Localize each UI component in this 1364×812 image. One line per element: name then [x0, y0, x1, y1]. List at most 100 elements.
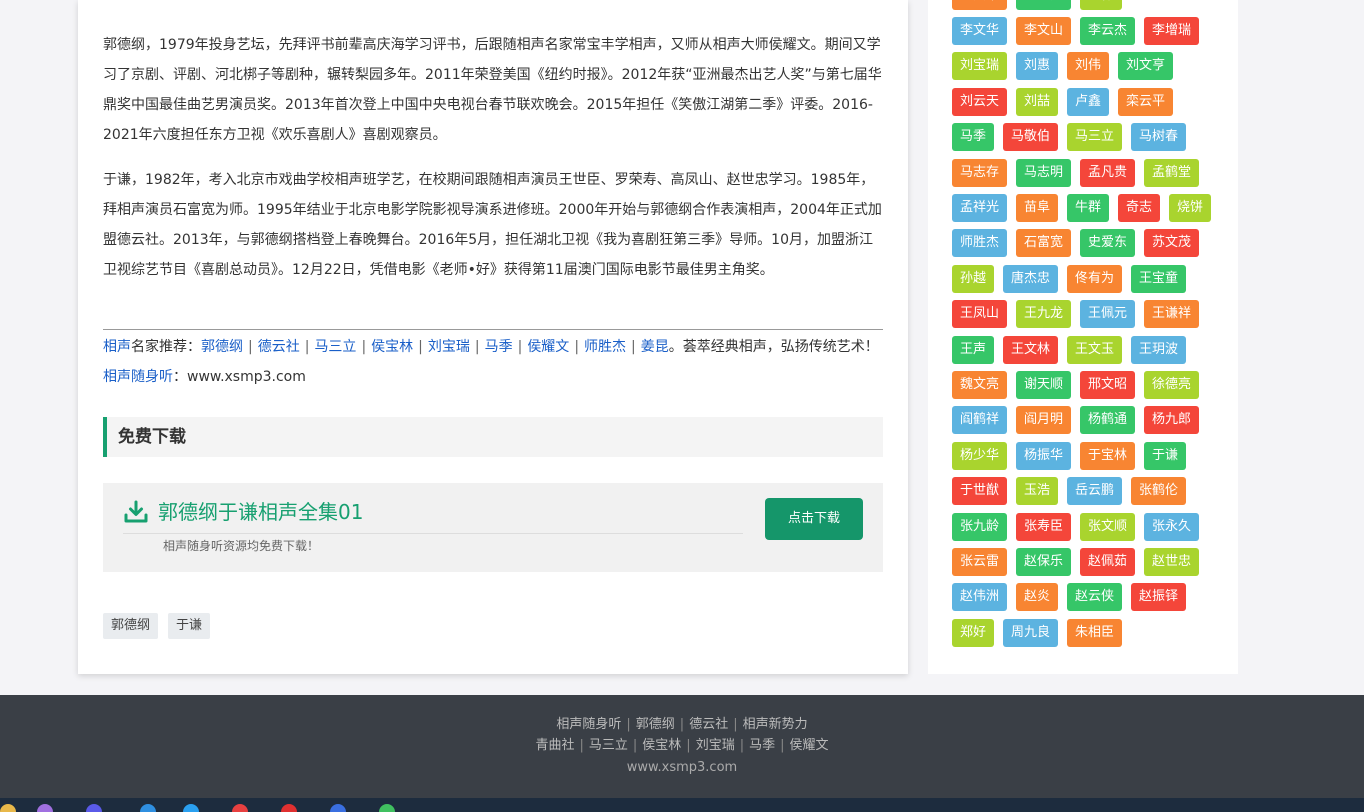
artist-tag[interactable]: 王玥波: [1131, 335, 1187, 364]
site-link[interactable]: 相声随身听: [103, 369, 173, 385]
artist-tag[interactable]: 刘伟: [1067, 52, 1110, 81]
green-app-icon[interactable]: [330, 804, 346, 812]
artist-tag[interactable]: 王佩元: [1080, 300, 1136, 329]
artist-tag[interactable]: 苗阜: [1016, 194, 1059, 222]
artist-tag[interactable]: 刘文亨: [1118, 52, 1174, 81]
footer-link[interactable]: 相声新势力: [743, 717, 808, 732]
artist-tag[interactable]: 卢鑫: [1067, 87, 1110, 116]
artist-tag[interactable]: 孟凡贵: [1080, 158, 1136, 187]
recommend-artist-link[interactable]: 德云社: [258, 339, 300, 355]
artist-tag[interactable]: 李文山: [1016, 17, 1072, 45]
recommend-artist-link[interactable]: 马季: [485, 339, 513, 355]
artist-tag[interactable]: 李伟: [1080, 0, 1123, 10]
artist-tag[interactable]: 赵佩茹: [1080, 548, 1136, 576]
artist-tag[interactable]: 王文玉: [1067, 335, 1123, 364]
artist-tag[interactable]: 张鹤伦: [1131, 477, 1187, 506]
artist-tag[interactable]: 于宝林: [1080, 441, 1136, 470]
artist-tag[interactable]: 史爱东: [1080, 229, 1136, 258]
artist-tag[interactable]: 师胜杰: [952, 229, 1008, 258]
artist-tag[interactable]: 李云杰: [1080, 17, 1136, 45]
recommend-artist-link[interactable]: 侯耀文: [527, 339, 569, 355]
artist-tag[interactable]: 孙越: [952, 264, 995, 293]
recommend-artist-link[interactable]: 郭德纲: [201, 339, 243, 355]
footer-link[interactable]: 刘宝瑞: [696, 738, 735, 753]
artist-tag[interactable]: 阎月明: [1016, 406, 1072, 435]
green-square-icon[interactable]: [379, 804, 395, 812]
artist-tag[interactable]: 刘宝瑞: [952, 52, 1008, 81]
artist-tag[interactable]: 张云雷: [952, 548, 1008, 576]
artist-tag[interactable]: 于世猷: [952, 477, 1008, 506]
red-circle-icon[interactable]: [232, 804, 248, 812]
artist-tag[interactable]: 牛群: [1067, 194, 1110, 222]
artist-tag[interactable]: 李文华: [952, 0, 1008, 10]
artist-tag[interactable]: 奇志: [1118, 194, 1161, 222]
artist-tag[interactable]: 孟祥光: [952, 194, 1008, 222]
footer-link[interactable]: 马三立: [589, 738, 628, 753]
recommend-artist-link[interactable]: 师胜杰: [584, 339, 626, 355]
footer-link[interactable]: 侯宝林: [642, 738, 681, 753]
artist-tag[interactable]: 刘喆: [1016, 87, 1059, 116]
artist-tag[interactable]: 郑好: [952, 618, 995, 647]
artist-tag[interactable]: 李文华: [952, 17, 1008, 45]
artist-tag[interactable]: 赵世忠: [1144, 548, 1200, 576]
artist-tag[interactable]: 赵振铎: [1131, 583, 1187, 612]
artist-tag[interactable]: 王声: [952, 335, 995, 364]
artist-tag[interactable]: 王九龙: [1016, 300, 1072, 329]
artist-tag[interactable]: 杨鹤通: [1080, 406, 1136, 435]
artist-tag[interactable]: 张文顺: [1080, 512, 1136, 541]
artist-tag[interactable]: 张永久: [1144, 512, 1200, 541]
artist-tag[interactable]: 栾云平: [1118, 87, 1174, 116]
blue-app-icon[interactable]: [37, 804, 53, 812]
artist-tag[interactable]: 石富宽: [1016, 229, 1072, 258]
artist-tag[interactable]: 周九良: [1003, 618, 1059, 647]
artist-tag[interactable]: 岳云鹏: [1067, 477, 1123, 506]
artist-tag[interactable]: 马志存: [952, 158, 1008, 187]
artist-tag[interactable]: 烧饼: [1169, 194, 1212, 222]
artist-tag[interactable]: 王宝童: [1131, 264, 1187, 293]
artist-tag[interactable]: 徐德亮: [1144, 371, 1200, 399]
artist-tag[interactable]: 佟有为: [1067, 264, 1123, 293]
artist-tag[interactable]: 赵炎: [1016, 583, 1059, 612]
tag-item[interactable]: 于谦: [168, 613, 211, 639]
artist-tag[interactable]: 赵云侠: [1067, 583, 1123, 612]
artist-tag[interactable]: 杨少华: [952, 441, 1008, 470]
artist-tag[interactable]: 马季: [952, 123, 995, 152]
artist-tag[interactable]: 唐杰忠: [1003, 264, 1059, 293]
artist-tag[interactable]: 马树春: [1131, 123, 1187, 152]
recommend-artist-link[interactable]: 侯宝林: [371, 339, 413, 355]
footer-link[interactable]: 侯耀文: [790, 738, 829, 753]
footer-link[interactable]: 郭德纲: [636, 717, 675, 732]
artist-tag[interactable]: 王谦祥: [1144, 300, 1200, 329]
artist-tag[interactable]: 马敬伯: [1003, 123, 1059, 152]
colorful-app-icon[interactable]: [0, 804, 16, 812]
red-app-icon[interactable]: [183, 804, 199, 812]
artist-tag[interactable]: 阎鹤祥: [952, 406, 1008, 435]
artist-tag[interactable]: 王凤山: [952, 300, 1008, 329]
artist-tag[interactable]: 张寿臣: [1016, 512, 1072, 541]
artist-tag[interactable]: 苏文茂: [1144, 229, 1200, 258]
artist-tag[interactable]: 孟鹤堂: [1144, 158, 1200, 187]
artist-tag[interactable]: 谢天顺: [1016, 371, 1072, 399]
download-title-link[interactable]: 郭德纲于谦相声全集01: [158, 499, 363, 525]
recommend-artist-link[interactable]: 刘宝瑞: [428, 339, 470, 355]
artist-tag[interactable]: 玉浩: [1016, 477, 1059, 506]
download-button[interactable]: 点击下载: [765, 498, 863, 540]
tag-item[interactable]: 郭德纲: [103, 613, 159, 639]
artist-tag[interactable]: 魏文亮: [952, 371, 1008, 399]
recommend-artist-link[interactable]: 姜昆: [641, 339, 669, 355]
recommend-artist-link[interactable]: 马三立: [314, 339, 356, 355]
blue-folder-icon[interactable]: [140, 804, 156, 812]
artist-tag[interactable]: 马三立: [1067, 123, 1123, 152]
artist-tag[interactable]: 刘惠: [1016, 52, 1059, 81]
xiangsheng-link[interactable]: 相声: [103, 339, 131, 355]
artist-tag[interactable]: 赵伟洲: [952, 583, 1008, 612]
edge-browser-icon[interactable]: [86, 804, 102, 812]
artist-tag[interactable]: 刘云天: [952, 87, 1008, 116]
artist-tag[interactable]: 马志明: [1016, 158, 1072, 187]
artist-tag[interactable]: 邢文昭: [1080, 371, 1136, 399]
footer-link[interactable]: 德云社: [689, 717, 728, 732]
footer-link[interactable]: 相声随身听: [556, 717, 621, 732]
artist-tag[interactable]: 王文林: [1003, 335, 1059, 364]
artist-tag[interactable]: 赵保乐: [1016, 548, 1072, 576]
artist-tag[interactable]: 朱相臣: [1067, 618, 1123, 647]
